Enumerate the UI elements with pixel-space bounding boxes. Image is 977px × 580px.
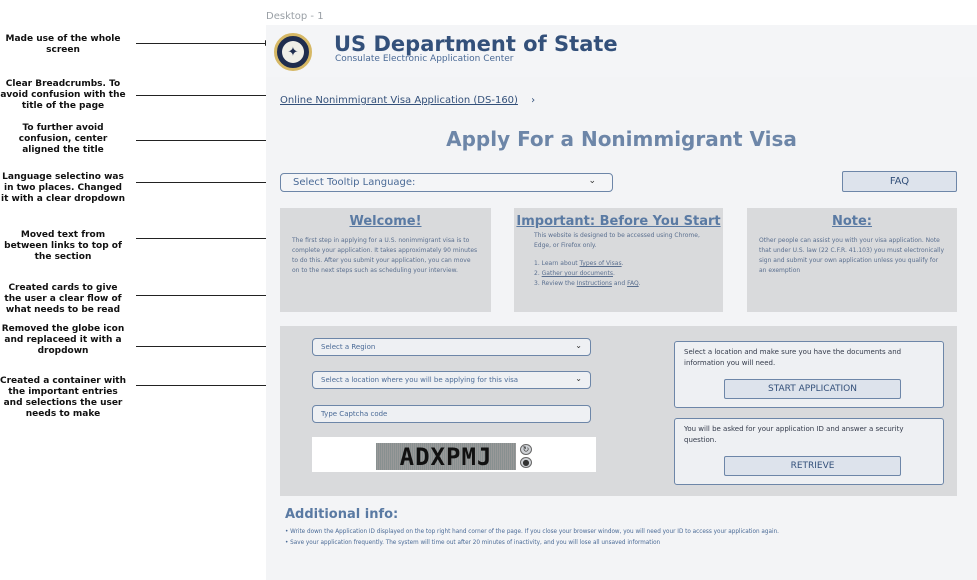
faq-button[interactable]: FAQ	[842, 171, 957, 192]
faq-link[interactable]: FAQ	[627, 280, 639, 287]
important-steps-list: 1. Learn about Types of Visas. 2. Gather…	[514, 259, 723, 288]
retrieve-button[interactable]: RETRIEVE	[724, 456, 901, 476]
breadcrumb-link-ds160[interactable]: Online Nonimmigrant Visa Application (DS…	[280, 95, 518, 106]
location-select-placeholder: Select a location where you will be appl…	[321, 376, 519, 384]
note-card-body: Other people can assist you with your vi…	[759, 237, 945, 274]
annotation-arrow	[136, 292, 279, 298]
dos-seal-icon[interactable]: ✦	[274, 33, 312, 71]
annotation-center-title: To further avoid confusion, center align…	[18, 123, 108, 155]
site-title[interactable]: US Department of State	[334, 32, 618, 56]
captcha-input-placeholder: Type Captcha code	[321, 410, 388, 418]
breadcrumb-separator-icon: ›	[531, 95, 536, 106]
note-card-title: Note:	[831, 214, 873, 229]
important-card: Important: Before You Start This website…	[514, 208, 723, 312]
start-application-text: Select a location and make sure you have…	[684, 348, 902, 367]
captcha-input[interactable]: Type Captcha code	[312, 405, 591, 423]
additional-info-title: Additional info:	[285, 507, 399, 522]
note-card: Note: Other people can assist you with y…	[747, 208, 957, 312]
welcome-card: Welcome! The first step in applying for …	[280, 208, 491, 312]
retrieve-box: You will be asked for your application I…	[674, 418, 944, 485]
types-of-visas-link[interactable]: Types of Visas	[580, 260, 622, 267]
annotation-whole-screen: Made use of the whole screen	[5, 34, 121, 55]
chevron-down-icon: ⌄	[575, 341, 582, 350]
chevron-down-icon: ⌄	[588, 176, 596, 186]
breadcrumb: Online Nonimmigrant Visa Application (DS…	[280, 95, 535, 106]
annotation-cards: Created cards to give the user a clear f…	[4, 283, 122, 315]
refresh-icon[interactable]: ↻	[520, 444, 532, 455]
additional-info-line: • Save your application frequently. The …	[285, 540, 661, 546]
instructions-link[interactable]: Instructions	[577, 280, 612, 287]
list-item: 1. Learn about Types of Visas.	[534, 260, 624, 267]
region-select[interactable]: Select a Region ⌄	[312, 338, 591, 356]
list-item: 3. Review the Instructions and FAQ.	[534, 280, 641, 287]
annotation-language-select: Language selectino was in two places. Ch…	[1, 172, 125, 204]
important-card-title: Important: Before You Start	[516, 214, 721, 229]
welcome-card-title: Welcome!	[349, 214, 422, 229]
gather-documents-link[interactable]: Gather your documents	[542, 270, 613, 277]
annotation-arrow	[136, 40, 271, 46]
chevron-down-icon: ⌄	[575, 374, 582, 383]
tooltip-language-label: Select Tooltip Language:	[293, 177, 416, 188]
tooltip-language-select[interactable]: Select Tooltip Language: ⌄	[280, 173, 613, 192]
page-title: Apply For a Nonimmigrant Visa	[446, 127, 797, 151]
annotation-moved-text: Moved text from between links to top of …	[4, 230, 122, 262]
site-subtitle: Consulate Electronic Application Center	[335, 54, 514, 64]
retrieve-text: You will be asked for your application I…	[684, 425, 904, 444]
eagle-icon: ✦	[282, 41, 304, 63]
list-item: 2. Gather your documents.	[534, 270, 615, 277]
region-select-placeholder: Select a Region	[321, 343, 376, 351]
welcome-card-body: The first step in applying for a U.S. no…	[292, 237, 478, 274]
annotation-breadcrumbs: Clear Breadcrumbs. To avoid confusion wi…	[0, 79, 126, 111]
important-card-body: This website is designed to be accessed …	[534, 232, 700, 249]
captcha-image: ADXPMJ	[376, 443, 516, 471]
annotation-arrow	[136, 382, 279, 388]
frame-label: Desktop - 1	[266, 11, 324, 22]
additional-info-line: • Write down the Application ID displaye…	[285, 529, 779, 535]
annotation-globe-icon: Removed the globe icon and replaceed it …	[1, 324, 125, 356]
start-application-box: Select a location and make sure you have…	[674, 341, 944, 408]
location-select[interactable]: Select a location where you will be appl…	[312, 371, 591, 389]
additional-info-text: • Write down the Application ID displaye…	[285, 527, 790, 549]
annotation-arrow	[136, 92, 275, 98]
audio-icon[interactable]: ●	[520, 457, 532, 468]
start-application-button[interactable]: START APPLICATION	[724, 379, 901, 399]
annotation-container: Created a container with the important e…	[0, 376, 126, 419]
annotation-arrow	[136, 179, 277, 185]
